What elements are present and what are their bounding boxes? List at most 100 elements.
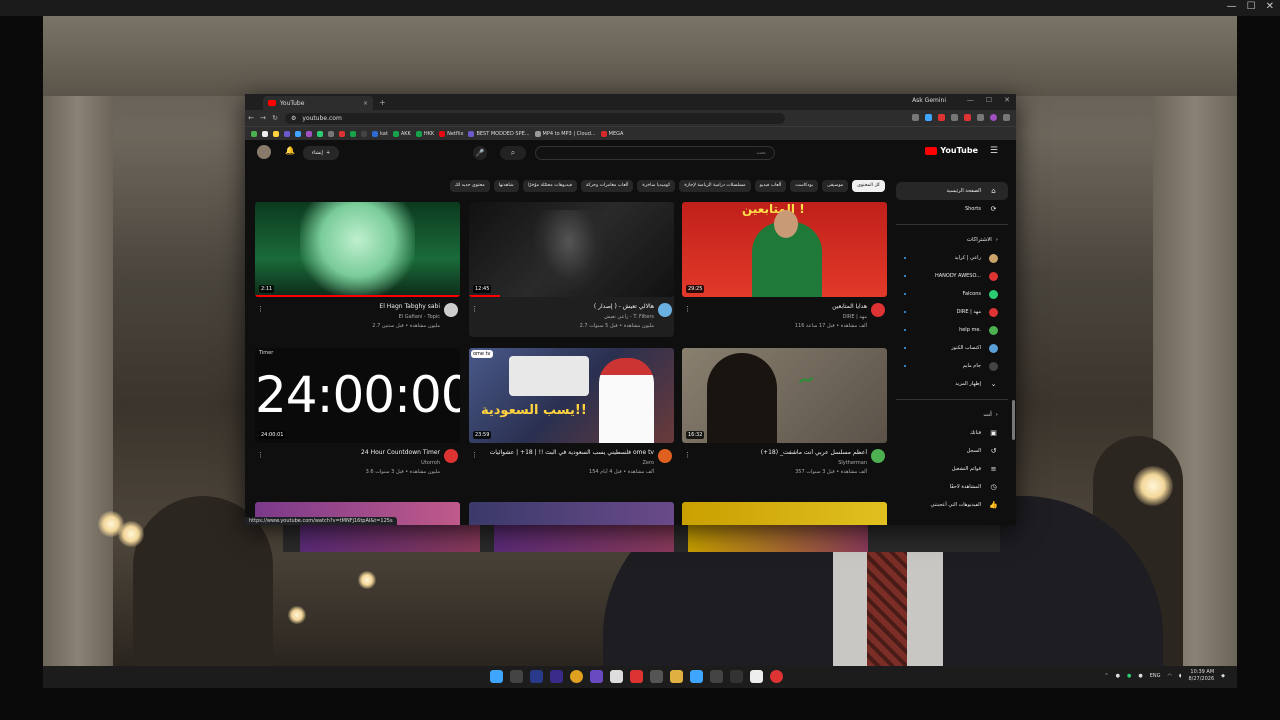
profile-icon[interactable] [990, 114, 997, 121]
sidebar-item-subscription[interactable]: جام مايم [896, 357, 1008, 375]
reload-icon[interactable]: ↻ [269, 114, 281, 122]
bookmark-item[interactable]: BEST MODDED SPE... [468, 131, 530, 137]
video-card[interactable]: المتابعين ! 29:25 ⋮ هدايا المتابعين DIRE… [682, 202, 887, 337]
app-icon[interactable] [630, 670, 643, 683]
bookmark-item[interactable]: kat [372, 131, 388, 137]
bookmark-icon[interactable] [350, 131, 356, 137]
sidebar-item-subscription[interactable]: help me. [896, 321, 1008, 339]
menu-icon[interactable] [1003, 114, 1010, 121]
extension-icon[interactable] [964, 114, 971, 121]
file-explorer-icon[interactable] [670, 670, 683, 683]
video-title[interactable]: فلسطيني يسب السعودية في البث !! | 18+ | … [484, 449, 654, 456]
search-icon[interactable] [510, 670, 523, 683]
voice-search-mic-icon[interactable]: 🎤 [473, 146, 487, 160]
search-input[interactable]: بحث [535, 146, 775, 160]
chip[interactable]: شاهدتها [493, 180, 519, 192]
bookmark-item[interactable]: Netflix [439, 131, 463, 137]
video-card[interactable]: 2:11 ⋮ El Hagn Tabghy sabi El Gafiani - … [255, 202, 460, 337]
extension-icon[interactable] [912, 114, 919, 121]
more-options-icon[interactable]: ⋮ [257, 305, 264, 313]
chip[interactable]: موسيقى [821, 180, 849, 192]
sidebar-item-you[interactable]: قوائم التشغيل ≡ [896, 460, 1008, 478]
ask-gemini-button[interactable]: Ask Gemini [912, 97, 946, 104]
close-icon[interactable]: ✕ [1266, 1, 1274, 12]
show-more-button[interactable]: إظهار المزيد ⌄ [896, 375, 1008, 393]
bookmark-icon[interactable] [284, 131, 290, 137]
video-thumbnail[interactable] [682, 502, 887, 525]
bookmark-item[interactable]: AKK [392, 131, 411, 137]
app-icon[interactable] [710, 670, 723, 683]
video-card[interactable]: ~ 16:32 ⋮ أعظم مسلسل عربي أنت ماشفت_ (18… [682, 348, 887, 483]
video-card[interactable]: ome tv يسب السعودية!! 23:59 ⋮ فلسطيني يس… [469, 348, 674, 483]
more-options-icon[interactable]: ⋮ [684, 451, 691, 459]
extension-icon[interactable] [925, 114, 932, 121]
minimize-icon[interactable]: — [1227, 1, 1237, 12]
sidebar-item-subscription[interactable]: DIRE | مهد [896, 303, 1008, 321]
bookmark-item[interactable]: MEGA [600, 131, 623, 137]
you-heading[interactable]: أنت › [896, 406, 1008, 424]
bookmark-icon[interactable] [328, 131, 334, 137]
create-button[interactable]: إنشاء + [303, 146, 339, 160]
bookmark-icon[interactable] [317, 131, 323, 137]
video-title[interactable]: 24 Hour Countdown Timer [270, 449, 440, 456]
site-info-icon[interactable]: ⚙ [291, 115, 296, 122]
more-options-icon[interactable]: ⋮ [471, 305, 478, 313]
chip[interactable]: بودكاست [790, 180, 818, 192]
notifications-bell-icon[interactable]: 🔔 [285, 146, 295, 155]
video-thumbnail[interactable]: Timer 24:00:00 24:00:01 [255, 348, 460, 443]
channel-name[interactable]: DIRE | مهد [843, 314, 867, 320]
app-icon[interactable] [730, 670, 743, 683]
bookmark-icon[interactable] [295, 131, 301, 137]
video-thumbnail[interactable]: ~ 16:32 [682, 348, 887, 443]
sidebar-item-home[interactable]: الصفحة الرئيسية ⌂ [896, 182, 1008, 200]
chip[interactable]: كوميديا ساخرة [637, 180, 676, 192]
chip[interactable]: مسلسلات درامية الرياضة لإجازة [679, 180, 751, 192]
maximize-icon[interactable]: ☐ [1247, 1, 1256, 12]
app-icon[interactable] [770, 670, 783, 683]
tab-close-icon[interactable]: × [363, 100, 368, 107]
extension-icon[interactable] [938, 114, 945, 121]
youtube-logo[interactable]: YouTube [925, 146, 978, 155]
bookmark-icon[interactable] [262, 131, 268, 137]
sidebar-item-subscription[interactable]: Falcons [896, 285, 1008, 303]
chip[interactable]: فيديوهات محمّلة مؤخرًا [522, 180, 577, 192]
sidebar-item-you[interactable]: الفيديوهات التي أعجبتني 👍 [896, 496, 1008, 514]
tray-app-icon[interactable]: ● [1116, 673, 1120, 679]
back-icon[interactable]: ← [245, 114, 257, 122]
extensions-puzzle-icon[interactable] [977, 114, 984, 121]
search-button[interactable]: ⌕ [500, 146, 526, 160]
more-options-icon[interactable]: ⋮ [257, 451, 264, 459]
forward-icon[interactable]: → [257, 114, 269, 122]
video-thumbnail[interactable]: 2:11 [255, 202, 460, 297]
app-icon[interactable] [750, 670, 763, 683]
channel-name[interactable]: El Gafiani - Topic [399, 314, 440, 320]
sidebar-item-you[interactable]: السجل ↺ [896, 442, 1008, 460]
bookmark-icon[interactable] [361, 131, 367, 137]
channel-avatar[interactable] [444, 303, 458, 317]
chip[interactable]: كل المحتوى [852, 180, 885, 192]
bookmark-item[interactable]: MP4 to MP3 | Cloud... [534, 131, 596, 137]
channel-avatar[interactable] [658, 303, 672, 317]
chip[interactable]: ألعاب فيديو [754, 180, 787, 192]
channel-avatar[interactable] [444, 449, 458, 463]
sidebar-item-subscription[interactable]: راعي | كرايد [896, 249, 1008, 267]
app-icon[interactable] [550, 670, 563, 683]
channel-name[interactable]: Slytherman [838, 460, 867, 466]
video-thumbnail[interactable]: المتابعين ! 29:25 [682, 202, 887, 297]
more-options-icon[interactable]: ⋮ [471, 451, 478, 459]
volume-icon[interactable]: ◖ [1179, 673, 1182, 679]
extension-icon[interactable] [951, 114, 958, 121]
video-thumbnail[interactable]: 12:45 [469, 202, 674, 297]
bookmark-icon[interactable] [339, 131, 345, 137]
sidebar-item-you[interactable]: المشاهدة لاحقًا ◷ [896, 478, 1008, 496]
new-tab-button[interactable]: + [379, 98, 386, 107]
video-thumbnail[interactable] [469, 502, 674, 525]
bookmark-item[interactable]: HKK [415, 131, 434, 137]
app-icon[interactable] [530, 670, 543, 683]
channel-avatar[interactable] [871, 449, 885, 463]
maximize-icon[interactable]: ☐ [986, 96, 992, 104]
notifications-icon[interactable]: ◆ [1221, 673, 1225, 679]
language-indicator[interactable]: ENG [1150, 673, 1161, 679]
channel-avatar[interactable] [658, 449, 672, 463]
hamburger-menu-icon[interactable]: ☰ [990, 146, 998, 156]
